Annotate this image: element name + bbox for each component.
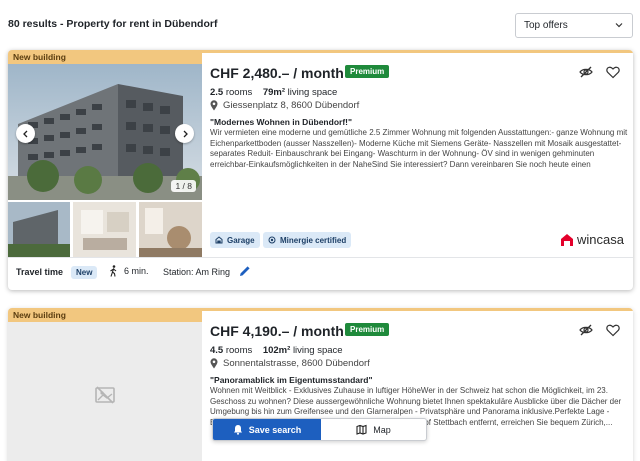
tag-label: Minergie certified	[280, 235, 347, 245]
bell-icon	[233, 425, 242, 435]
listing-address: Giessenplatz 8, 8600 Dübendorf	[210, 100, 359, 111]
area-label: living space	[292, 345, 343, 356]
hide-listing-icon[interactable]	[578, 322, 594, 338]
listing-headline: "Panoramablick im Eigentumsstandard"	[210, 375, 373, 385]
area-label: living space	[287, 87, 338, 98]
map-button[interactable]: Map	[321, 419, 426, 440]
listing-price[interactable]: CHF 4,190.– / month	[210, 323, 344, 339]
sort-select-value: Top offers	[524, 20, 568, 31]
save-search-button[interactable]: Save search	[213, 419, 321, 440]
listing-facts: 4.5 rooms 102m² living space	[210, 345, 343, 356]
premium-badge: Premium	[345, 323, 390, 336]
previous-photo-button[interactable]	[16, 124, 35, 143]
favorite-heart-icon[interactable]	[605, 322, 621, 338]
minergie-icon	[268, 236, 276, 244]
floating-action-bar: Save search Map	[212, 418, 427, 441]
walking-icon	[110, 265, 117, 277]
map-label: Map	[373, 424, 391, 435]
chevron-right-icon	[183, 130, 188, 137]
address-text: Giessenplatz 8, 8600 Dübendorf	[223, 100, 360, 111]
sort-select[interactable]: Top offers	[515, 13, 633, 38]
map-icon	[356, 424, 367, 435]
travel-station: Station: Am Ring	[163, 267, 231, 277]
thumbnail-image	[139, 202, 202, 257]
listing-facts: 2.5 rooms 79m² living space	[210, 87, 337, 98]
no-image-icon	[95, 386, 115, 404]
thumbnail-image	[73, 202, 136, 257]
chevron-down-icon	[615, 23, 623, 28]
agency-logo-text: wincasa	[577, 232, 624, 247]
tag-minergie: Minergie certified	[263, 232, 352, 248]
tag-garage: Garage	[210, 232, 260, 248]
travel-time-label: Travel time	[16, 267, 64, 277]
address-text: Sonnentalstrasse, 8600 Dübendorf	[223, 358, 370, 369]
card-divider	[8, 257, 633, 258]
tag-label: Garage	[227, 235, 255, 245]
agency-logo[interactable]: wincasa	[560, 232, 624, 247]
results-title: 80 results - Property for rent in Dübend…	[8, 18, 218, 30]
hide-listing-icon[interactable]	[578, 64, 594, 80]
photo-counter: 1 / 8	[171, 180, 196, 192]
area-value: 102m²	[262, 345, 291, 356]
chevron-left-icon	[22, 130, 27, 137]
photo-thumbnail[interactable]	[139, 202, 202, 257]
travel-new-badge: New	[71, 266, 98, 279]
next-photo-button[interactable]	[175, 124, 194, 143]
listing-description: Wir vermieten eine moderne und gemütlich…	[210, 128, 628, 169]
travel-minutes: 6 min.	[124, 266, 149, 276]
badge-accent-line	[202, 50, 633, 53]
garage-icon	[215, 236, 223, 244]
listing-address: Sonnentalstrasse, 8600 Dübendorf	[210, 358, 370, 369]
listing-headline: "Modernes Wohnen in Dübendorf!"	[210, 117, 353, 127]
rooms-value: 4.5	[210, 345, 224, 356]
listing-card[interactable]: New building 1 / 8 CHF 2,480.– / month P…	[8, 50, 633, 290]
new-building-badge: New building	[8, 50, 202, 64]
rooms-label: rooms	[225, 345, 253, 356]
location-pin-icon	[210, 100, 218, 111]
location-pin-icon	[210, 358, 218, 369]
rooms-label: rooms	[225, 87, 253, 98]
photo-thumbnail[interactable]	[73, 202, 136, 257]
travel-duration: 6 min.	[109, 265, 149, 277]
area-value: 79m²	[262, 87, 286, 98]
rooms-value: 2.5	[210, 87, 224, 98]
save-search-label: Save search	[248, 424, 302, 435]
badge-accent-line	[202, 308, 633, 311]
results-header: 80 results - Property for rent in Dübend…	[0, 0, 640, 50]
wincasa-logo-icon	[561, 233, 573, 246]
listing-main-photo[interactable]: 1 / 8	[8, 64, 202, 200]
edit-pencil-icon[interactable]	[238, 264, 252, 278]
listing-photo-placeholder[interactable]	[8, 322, 202, 461]
favorite-heart-icon[interactable]	[605, 64, 621, 80]
premium-badge: Premium	[345, 65, 390, 78]
photo-thumbnail[interactable]	[8, 202, 70, 257]
thumbnail-image	[8, 202, 70, 257]
listing-price[interactable]: CHF 2,480.– / month	[210, 65, 344, 81]
new-building-badge: New building	[8, 308, 202, 322]
